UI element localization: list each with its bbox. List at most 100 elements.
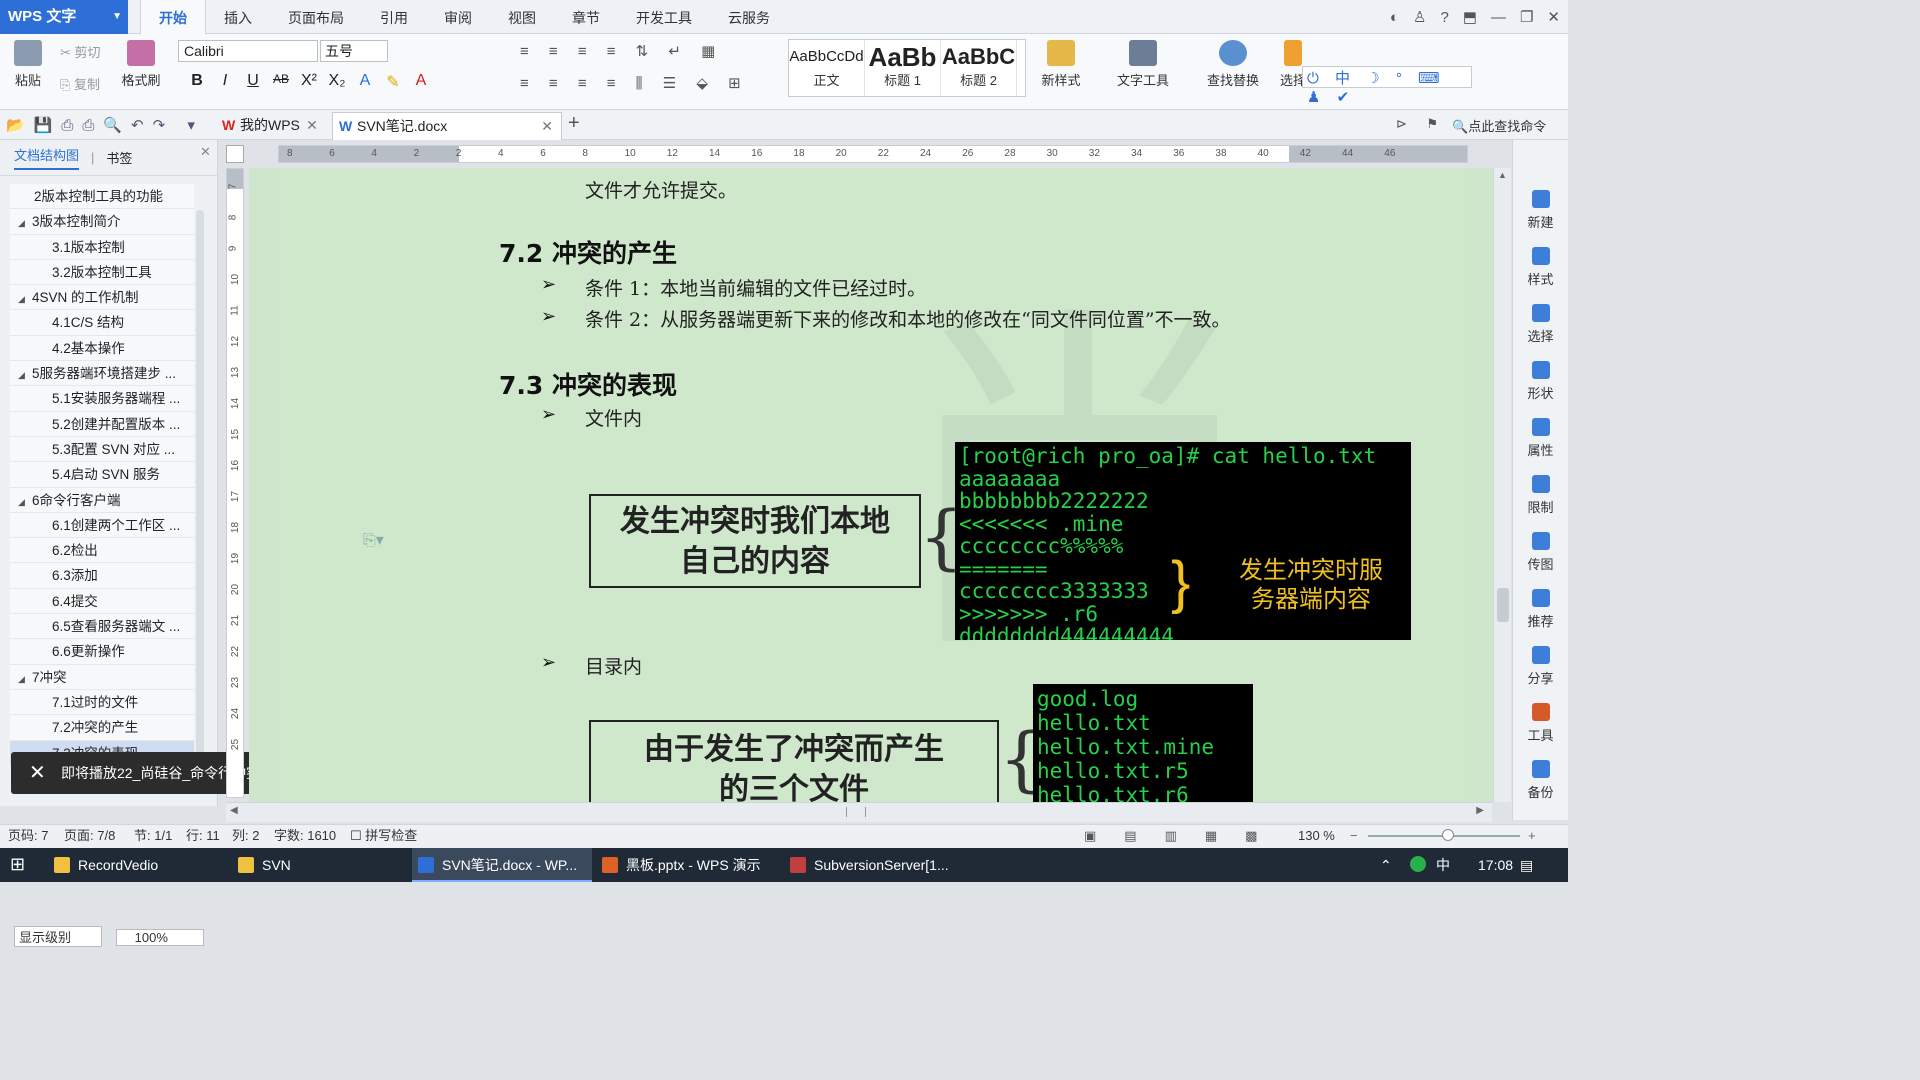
style-item[interactable]: AaBbC 标题 2 [941,40,1017,96]
outline-item[interactable]: 3.1版本控制 [10,234,194,260]
taskbar-item[interactable]: 黑板.pptx - WPS 演示 [596,848,780,882]
heading-7-2[interactable]: 7.2 冲突的产生 [499,234,677,270]
expand-triangle-icon[interactable]: ◢ [18,363,32,385]
outline-item[interactable]: 3.2版本控制工具 [10,259,194,286]
copy-button[interactable]: ⎘ 复制 [60,74,114,93]
minimize-button[interactable]: — [1491,9,1506,26]
in-dir-label[interactable]: 目录内 [585,652,642,679]
bold-button[interactable]: B [186,72,208,92]
windows-start-icon[interactable]: ⊞ [10,854,25,875]
sidebar-button[interactable]: 传图 [1513,526,1568,583]
outline-item[interactable]: ◢ 7冲突 [10,664,194,690]
alignment-tools[interactable]: ≡ ≡ ≡ ≡ ⫼ ☰ ⬙ ⊞ [520,74,780,92]
sidebar-button[interactable]: 形状 [1513,355,1568,412]
sidebar-button[interactable]: 属性 [1513,412,1568,469]
outline-item[interactable]: 7.2冲突的产生 [10,715,194,741]
outline-item[interactable]: ◢ 6命令行客户端 [10,487,194,513]
sidebar-button[interactable]: 工具 [1513,697,1568,754]
horizontal-scrollbar[interactable]: ◀ ▶ [226,802,1492,822]
notification-icon[interactable]: ▤ [1520,848,1533,882]
outline-item[interactable]: 5.4启动 SVN 服务 [10,462,194,488]
nav-zoom-select[interactable]: 100% [115,929,204,946]
help-icon[interactable]: ? [1440,9,1448,26]
paste-button[interactable]: 粘贴 [8,40,48,89]
superscript-button[interactable]: X² [298,72,320,92]
sidebar-button[interactable]: 新建 [1513,184,1568,241]
close-icon[interactable]: ✕ [29,752,46,794]
text-effect-button[interactable]: A [354,72,376,92]
spell-check-toggle[interactable]: ☐ 拼写检查 [350,825,417,847]
new-tab-button[interactable]: + [568,112,580,135]
share-icons[interactable]: ⊳ ⚑ [1396,116,1446,132]
outline-item[interactable]: 5.1安装服务器端程 ... [10,386,194,412]
highlight-button[interactable]: ✎ [382,72,404,92]
ime-indicator[interactable]: 中 [1436,848,1450,882]
expand-triangle-icon[interactable]: ◢ [18,490,32,512]
scroll-grip[interactable] [846,807,866,817]
outline-item[interactable]: 4.1C/S 结构 [10,310,194,336]
italic-button[interactable]: I [214,72,236,92]
in-file-label[interactable]: 文件内 [585,404,642,431]
close-icon[interactable]: ✕ [200,144,211,160]
paragraph-tools[interactable]: ≡ ≡ ≡ ≡ ⇅ ↵ ▦ [520,42,780,60]
font-color-button[interactable]: A [410,72,432,92]
font-name-select[interactable]: Calibri [178,40,318,62]
outline-item[interactable]: 2版本控制工具的功能 [10,184,194,210]
expand-triangle-icon[interactable]: ◢ [18,211,32,233]
outline-item[interactable]: 6.5查看服务器端文 ... [10,614,194,640]
close-icon[interactable]: ✕ [541,113,553,139]
outline-item[interactable]: 6.2检出 [10,538,194,564]
zoom-in-button[interactable]: + [1528,825,1536,847]
outline-item[interactable]: 7.1过时的文件 [10,689,194,716]
underline-button[interactable]: U [242,72,264,92]
format-painter-button[interactable]: 格式刷 [118,40,164,89]
view-mode-buttons[interactable]: ▣▤▥▦▩ [1084,825,1285,847]
clock[interactable]: 17:08 [1478,848,1513,882]
quick-access-icons[interactable]: 📂💾⎙⎙🔍↶↷ ▾ [6,116,204,134]
expand-triangle-icon[interactable]: ◢ [18,667,32,689]
tab-outline[interactable]: 文档结构图 [14,145,80,170]
style-item[interactable]: AaBbCcDd 正文 [789,40,865,96]
tray-app-icon[interactable] [1410,856,1426,872]
taskbar-item[interactable]: SVN笔记.docx - WP... [412,848,592,882]
condition-1[interactable]: 条件 1：本地当前编辑的文件已经过时。 [585,274,926,301]
sidebar-button[interactable]: 样式 [1513,241,1568,298]
expand-triangle-icon[interactable]: ◢ [18,287,32,309]
taskbar-item[interactable]: SubversionServer[1... [784,848,964,882]
outline-item[interactable]: 6.3添加 [10,563,194,589]
vertical-scrollbar[interactable]: ▲ [1493,168,1511,802]
tab-menu-0[interactable]: 开始 [140,0,206,35]
cut-button[interactable]: ✂ 剪切 [60,42,114,61]
sidebar-button[interactable]: 分享 [1513,640,1568,697]
style-item[interactable]: AaBb 标题 1 [865,40,941,96]
font-size-select[interactable]: 五号 [320,40,388,62]
outline-item[interactable]: 6.1创建两个工作区 ... [10,512,194,539]
tab-my-wps[interactable]: W 我的WPS ✕ [216,112,326,140]
maximize-button[interactable]: ❐ [1520,8,1533,26]
scroll-left-icon[interactable]: ◀ [230,805,238,816]
outline-item[interactable]: 5.2创建并配置版本 ... [10,411,194,437]
outline-item[interactable]: ◢ 3版本控制简介 [10,209,194,235]
heading-7-3[interactable]: 7.3 冲突的表现 [499,366,677,402]
document-page[interactable]: 尚 文件才允许提交。 7.2 冲突的产生 ➢ 条件 1：本地当前编辑的文件已经过… [279,168,1469,802]
zoom-out-button[interactable]: − [1350,825,1358,847]
sidebar-button[interactable]: 选择 [1513,298,1568,355]
sidebar-button[interactable]: 限制 [1513,469,1568,526]
vertical-ruler[interactable]: 7 8 9 10 11 12 13 14 15 16 17 18 19 20 21 22 23 24 25 [226,168,244,798]
status-words[interactable]: 字数: 1610 [274,825,336,847]
tab-menu-4[interactable]: 审阅 [426,0,490,34]
restore-ribbon-icon[interactable]: ⬒ [1463,8,1477,26]
subscript-button[interactable]: X₂ [326,72,348,92]
chevron-down-icon[interactable]: ▼ [112,0,122,34]
tab-bookmarks[interactable]: 书签 [106,148,132,167]
paste-options-icon[interactable]: ⎘▾ [363,530,384,550]
tab-menu-3[interactable]: 引用 [362,0,426,34]
tab-menu-6[interactable]: 章节 [554,0,618,34]
tab-menu-2[interactable]: 页面布局 [270,0,362,34]
tab-svn-notes[interactable]: W SVN笔记.docx ✕ [332,112,562,140]
tab-menu-5[interactable]: 视图 [490,0,554,34]
close-button[interactable]: ✕ [1547,8,1560,26]
outline-item[interactable]: 6.4提交 [10,588,194,615]
tab-menu-1[interactable]: 插入 [206,0,270,34]
document-area[interactable]: 尚 文件才允许提交。 7.2 冲突的产生 ➢ 条件 1：本地当前编辑的文件已经过… [249,168,1493,802]
